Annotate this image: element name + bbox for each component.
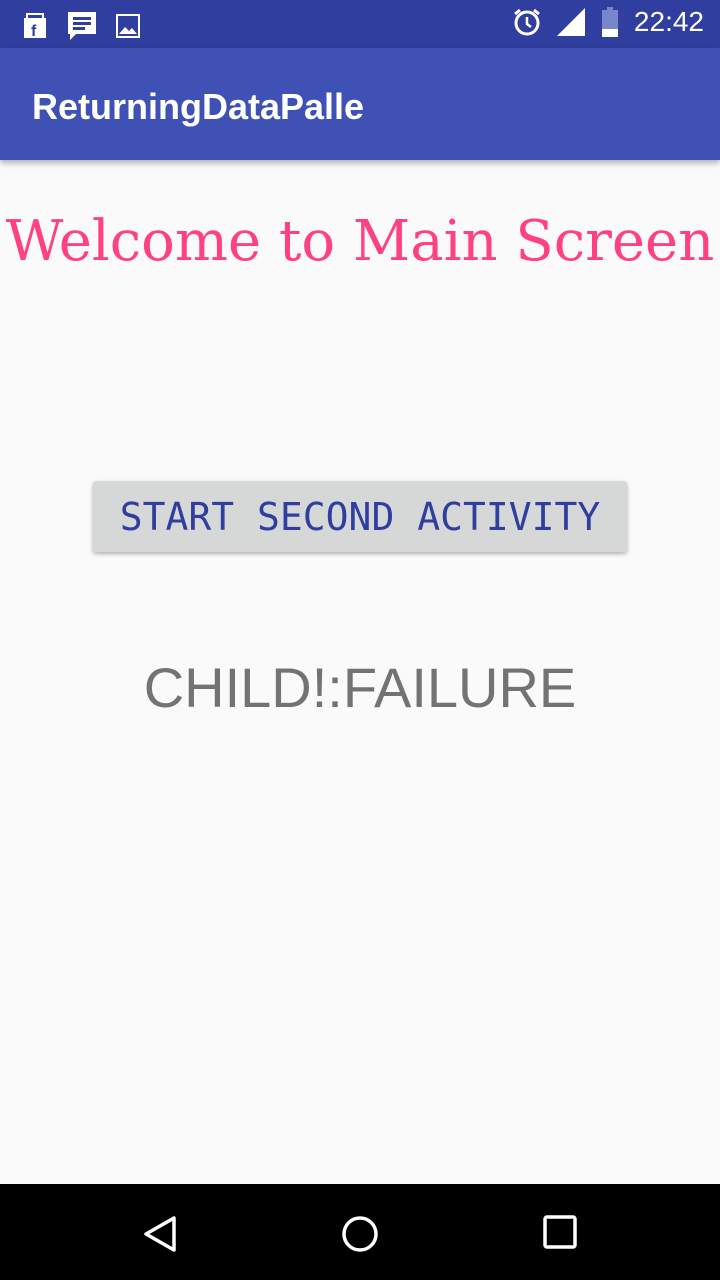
status-bar: f 22:42 bbox=[0, 0, 720, 48]
navigation-bar bbox=[0, 1184, 720, 1280]
message-icon bbox=[68, 12, 96, 40]
svg-text:f: f bbox=[31, 23, 37, 40]
welcome-heading: Welcome to Main Screen bbox=[5, 209, 715, 274]
app-title: ReturningDataPalle bbox=[32, 86, 365, 127]
app-bar: ReturningDataPalle bbox=[0, 48, 720, 160]
recents-icon[interactable] bbox=[542, 1214, 578, 1250]
signal-icon bbox=[556, 8, 585, 36]
shopping-bag-icon: f bbox=[24, 13, 46, 40]
battery-icon bbox=[601, 7, 618, 37]
alarm-icon bbox=[513, 8, 540, 36]
start-second-activity-button[interactable]: START SECOND ACTIVITY bbox=[93, 481, 627, 552]
clock-time: 22:42 bbox=[633, 6, 704, 37]
home-icon[interactable] bbox=[340, 1214, 380, 1254]
result-text: CHILD!:FAILURE bbox=[143, 656, 577, 719]
back-icon[interactable] bbox=[140, 1214, 180, 1254]
image-icon bbox=[116, 14, 140, 38]
